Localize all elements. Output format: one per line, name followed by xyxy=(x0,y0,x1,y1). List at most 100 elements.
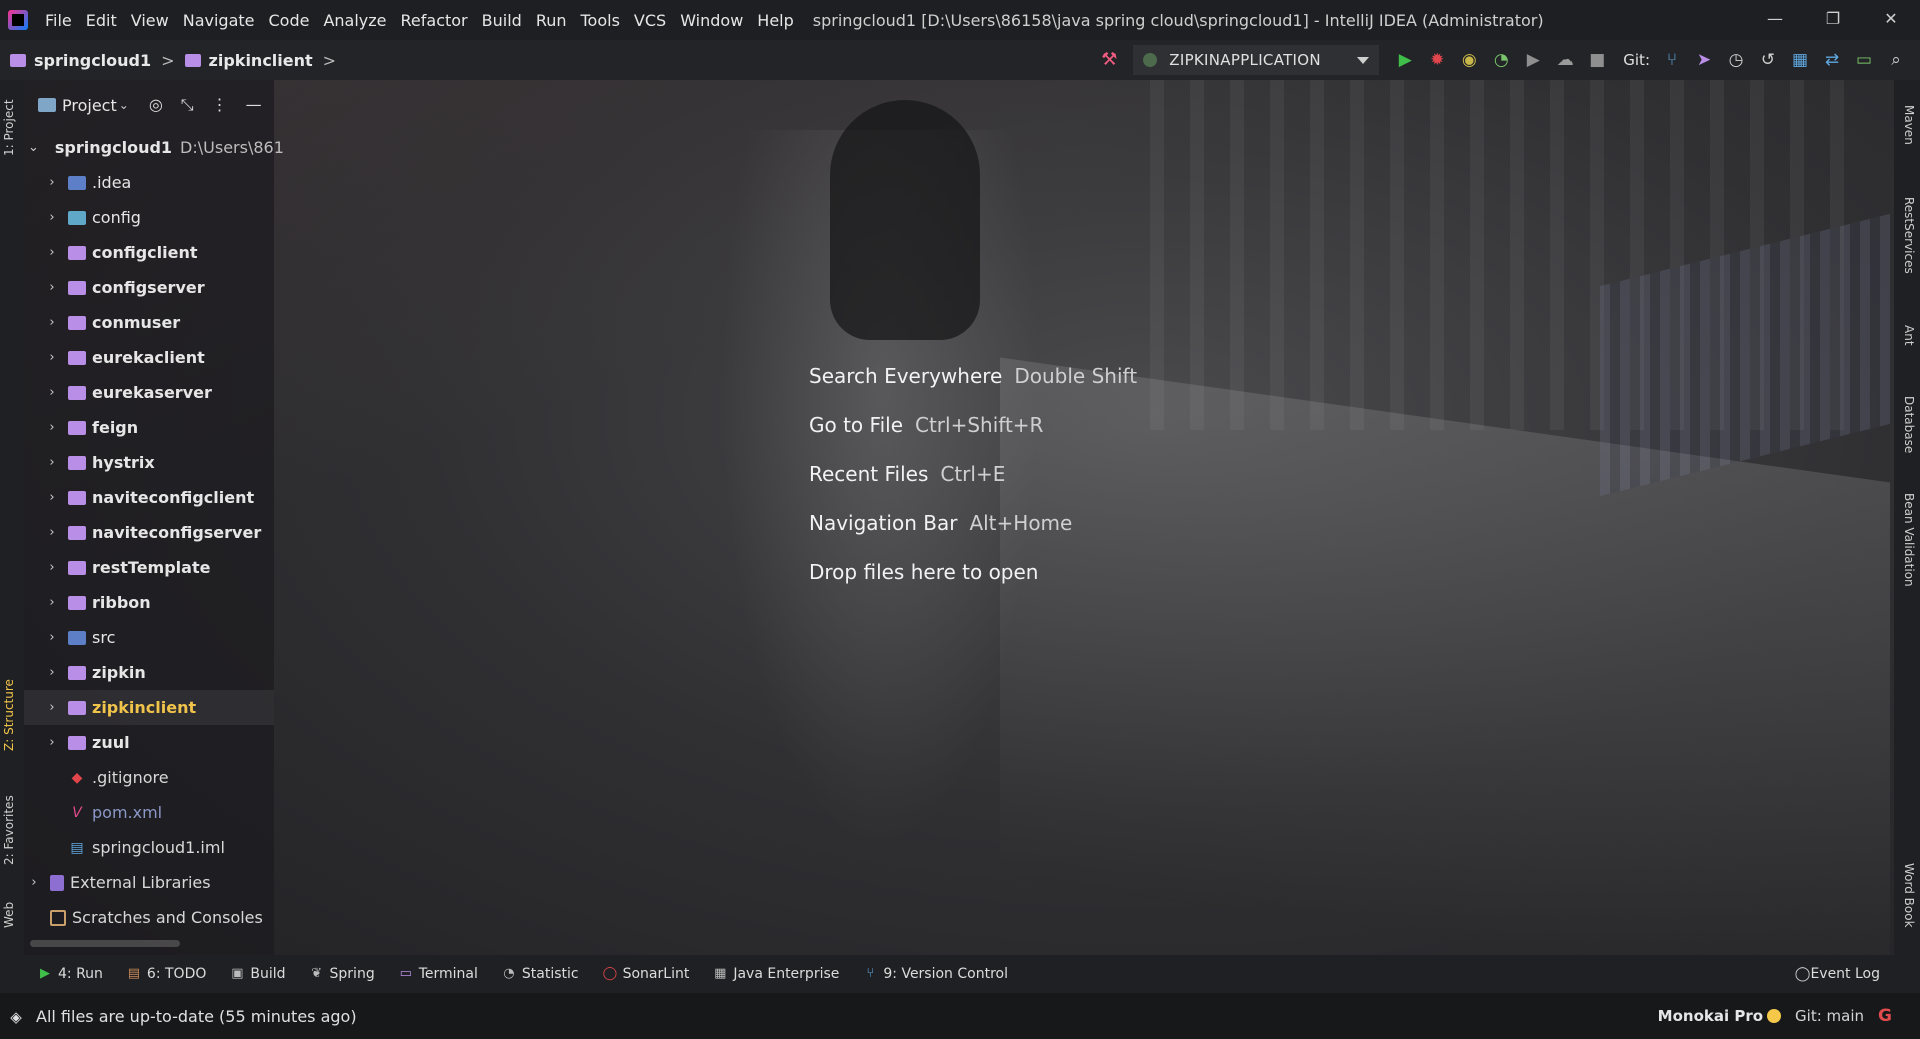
tree-external-libraries[interactable]: › External Libraries xyxy=(24,865,274,900)
tab-sonarlint[interactable]: ◯ SonarLint xyxy=(603,966,690,982)
chevron-down-icon[interactable]: ⌄ xyxy=(28,140,39,155)
collapse-all-icon[interactable]: ⤡ xyxy=(181,95,194,115)
breadcrumb-zipkinclient[interactable]: zipkinclient > xyxy=(175,51,336,70)
tree-item-src[interactable]: › src xyxy=(24,620,274,655)
chevron-right-icon[interactable]: › xyxy=(46,315,58,330)
chevron-right-icon[interactable]: › xyxy=(46,560,58,575)
chevron-right-icon[interactable]: › xyxy=(46,525,58,540)
menu-vcs[interactable]: VCS xyxy=(627,11,673,30)
status-message[interactable]: ◈ All files are up-to-date (55 minutes a… xyxy=(8,1007,356,1027)
chevron-right-icon[interactable]: › xyxy=(46,455,58,470)
translate-icon[interactable]: ⇄ xyxy=(1822,50,1842,70)
git-update-icon[interactable]: ⑂ xyxy=(1662,50,1682,70)
tab-run[interactable]: ▶ 4: Run xyxy=(38,966,103,982)
minimize-icon[interactable]: — xyxy=(1746,0,1804,40)
tree-file-iml[interactable]: ▤ springcloud1.iml xyxy=(24,830,274,865)
chevron-right-icon[interactable]: › xyxy=(46,595,58,610)
attach-debugger-icon[interactable]: ☁ xyxy=(1555,50,1575,70)
tree-item-eurekaserver[interactable]: › eurekaserver xyxy=(24,375,274,410)
run-configuration-selector[interactable]: ZIPKINAPPLICATION xyxy=(1133,45,1380,75)
tree-item-eurekaclient[interactable]: › eurekaclient xyxy=(24,340,274,375)
chevron-right-icon[interactable]: › xyxy=(46,350,58,365)
chevron-right-icon[interactable]: › xyxy=(28,875,40,890)
chevron-right-icon[interactable]: › xyxy=(46,420,58,435)
tool-tab-structure[interactable]: Z: Structure xyxy=(2,660,22,770)
tab-version-control[interactable]: ⑂ 9: Version Control xyxy=(863,966,1008,982)
search-icon[interactable]: ⌕ xyxy=(1886,50,1906,70)
menu-help[interactable]: Help xyxy=(750,11,800,30)
more-options-icon[interactable]: ⋮ xyxy=(212,95,228,115)
tool-tab-web[interactable]: Web xyxy=(2,890,22,940)
tool-tab-ant[interactable]: Ant xyxy=(1896,310,1916,360)
menu-build[interactable]: Build xyxy=(475,11,529,30)
run-icon[interactable]: ▶ xyxy=(1395,50,1415,70)
google-icon[interactable]: G xyxy=(1878,1006,1892,1026)
theme-widget[interactable]: Monokai Pro xyxy=(1658,1007,1782,1025)
tree-item-feign[interactable]: › feign xyxy=(24,410,274,445)
editor-empty-area[interactable]: Search Everywhere Double Shift Go to File… xyxy=(274,80,1894,955)
git-branch-widget[interactable]: Git: main xyxy=(1795,1007,1864,1025)
tree-item-conmuser[interactable]: › conmuser xyxy=(24,305,274,340)
chevron-right-icon[interactable]: › xyxy=(46,175,58,190)
tree-scratches[interactable]: Scratches and Consoles xyxy=(24,900,274,935)
menu-edit[interactable]: Edit xyxy=(79,11,124,30)
chevron-down-icon[interactable]: ⌄ xyxy=(119,98,129,112)
chevron-right-icon[interactable]: › xyxy=(46,280,58,295)
tree-item-hystrix[interactable]: › hystrix xyxy=(24,445,274,480)
project-structure-icon[interactable]: ▦ xyxy=(1790,50,1810,70)
chevron-right-icon[interactable]: › xyxy=(46,210,58,225)
tree-item-configclient[interactable]: › configclient xyxy=(24,235,274,270)
horizontal-scrollbar[interactable] xyxy=(30,940,180,947)
tab-terminal[interactable]: ▭ Terminal xyxy=(399,966,478,982)
menu-navigate[interactable]: Navigate xyxy=(176,11,262,30)
tree-file-gitignore[interactable]: ◆ .gitignore xyxy=(24,760,274,795)
chevron-right-icon[interactable]: › xyxy=(46,735,58,750)
debug-icon[interactable]: ✹ xyxy=(1427,50,1447,70)
locate-icon[interactable]: ◎ xyxy=(149,95,163,115)
chevron-right-icon[interactable]: › xyxy=(46,700,58,715)
run-with-coverage-icon[interactable]: ◉ xyxy=(1459,50,1479,70)
tab-java-enterprise[interactable]: ▦ Java Enterprise xyxy=(713,966,839,982)
build-hammer-icon[interactable]: ⚒ xyxy=(1101,51,1119,69)
tab-todo[interactable]: ▤ 6: TODO xyxy=(127,966,207,982)
breadcrumb-springcloud1[interactable]: springcloud1 > xyxy=(0,51,175,70)
tool-tab-restservices[interactable]: RestServices xyxy=(1896,180,1916,290)
menu-code[interactable]: Code xyxy=(262,11,317,30)
menu-analyze[interactable]: Analyze xyxy=(316,11,393,30)
menu-view[interactable]: View xyxy=(124,11,176,30)
chevron-right-icon[interactable]: › xyxy=(46,385,58,400)
tree-item-zuul[interactable]: › zuul xyxy=(24,725,274,760)
tree-item-config[interactable]: › config xyxy=(24,200,274,235)
tool-tab-favorites[interactable]: 2: Favorites xyxy=(2,780,22,880)
menu-window[interactable]: Window xyxy=(673,11,750,30)
tree-item-zipkinclient[interactable]: › zipkinclient xyxy=(24,690,274,725)
restore-icon[interactable]: ❐ xyxy=(1804,0,1862,40)
chevron-right-icon[interactable]: › xyxy=(46,665,58,680)
terminal-icon[interactable]: ▭ xyxy=(1854,50,1874,70)
tree-item-ribbon[interactable]: › ribbon xyxy=(24,585,274,620)
stop-icon[interactable]: ■ xyxy=(1587,50,1607,70)
chevron-right-icon[interactable]: › xyxy=(46,630,58,645)
git-rollback-icon[interactable]: ↺ xyxy=(1758,50,1778,70)
event-log-button[interactable]: ◯ Event Log xyxy=(1795,966,1880,982)
menu-run[interactable]: Run xyxy=(529,11,574,30)
menu-refactor[interactable]: Refactor xyxy=(394,11,475,30)
chevron-right-icon[interactable]: › xyxy=(46,490,58,505)
tree-root-springcloud1[interactable]: ⌄ springcloud1 D:\Users\861 xyxy=(24,130,284,165)
tab-build[interactable]: ▣ Build xyxy=(230,966,285,982)
menu-file[interactable]: File xyxy=(38,11,79,30)
git-history-icon[interactable]: ◷ xyxy=(1726,50,1746,70)
tree-item-naviteconfigclient[interactable]: › naviteconfigclient xyxy=(24,480,274,515)
tab-statistic[interactable]: ◔ Statistic xyxy=(502,966,578,982)
tree-item-resttemplate[interactable]: › restTemplate xyxy=(24,550,274,585)
tool-tab-project[interactable]: 1: Project xyxy=(2,88,22,168)
run-dropdown-icon[interactable]: ▶ xyxy=(1523,50,1543,70)
tree-item-naviteconfigserver[interactable]: › naviteconfigserver xyxy=(24,515,274,550)
tool-tab-database[interactable]: Database xyxy=(1896,380,1916,470)
tool-tab-bean-validation[interactable]: Bean Validation xyxy=(1896,480,1916,600)
git-push-icon[interactable]: ➤ xyxy=(1694,50,1714,70)
hide-panel-icon[interactable]: — xyxy=(246,95,262,115)
tree-item-zipkin[interactable]: › zipkin xyxy=(24,655,274,690)
tool-tab-word-book[interactable]: Word Book xyxy=(1896,850,1916,940)
project-view-selector[interactable]: Project xyxy=(62,96,117,115)
